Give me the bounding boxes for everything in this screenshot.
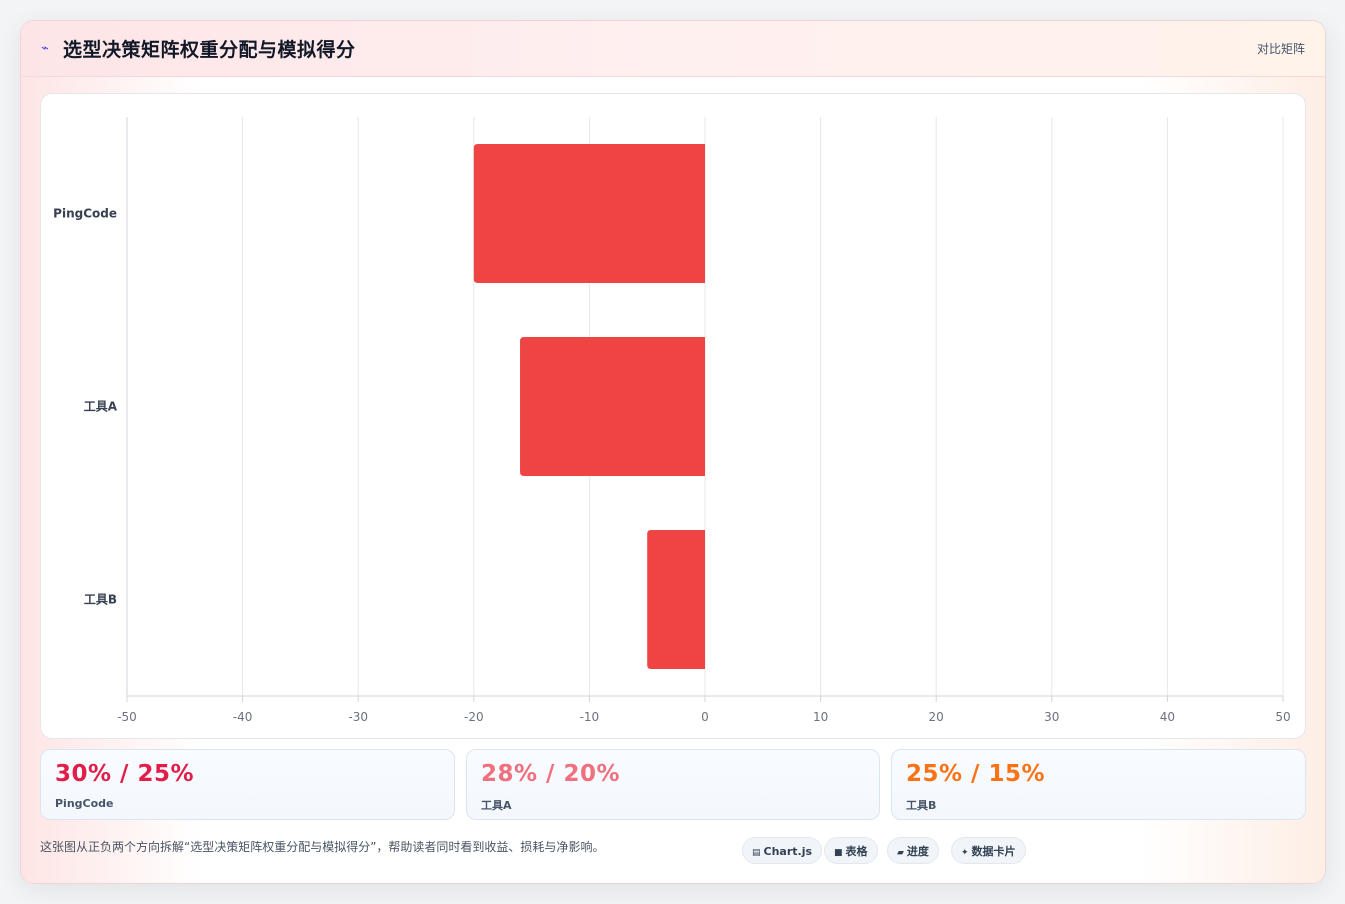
chip-label: 表格 [845,845,868,858]
stat-value: 25% / 15% [906,761,1046,787]
stat-label: PingCode [55,797,114,810]
bar [647,530,705,669]
x-tick-label: -50 [117,710,137,724]
x-tick-label: 50 [1275,710,1290,724]
chip-chartjs[interactable]: ▤ Chart.js [742,837,823,864]
sparkle-icon: ✦ [961,848,969,858]
chart-icon: ▤ [752,848,761,858]
chip-label: 数据卡片 [971,845,1016,858]
y-tick-label: 工具A [84,400,118,414]
x-tick-label: -30 [348,710,368,724]
table-icon: ■ [834,848,843,858]
chart-panel: -50 -40 -30 -20 -10 0 10 20 30 40 50 PingCode 工具A 工具B [40,93,1306,739]
x-tick-label: 20 [929,710,944,724]
chip-table[interactable]: ■ 表格 [824,837,878,864]
stat-card-pingcode: 30% / 25% PingCode [40,749,455,820]
bar [520,337,705,476]
x-tick-label: 10 [813,710,828,724]
y-tick-label: PingCode [53,207,117,221]
stat-card-tool-b: 25% / 15% 工具B [891,749,1306,820]
x-tick-label: -20 [464,710,484,724]
chip-label: Chart.js [763,845,813,858]
stat-value: 28% / 20% [481,761,621,787]
bar [473,144,705,283]
card-header: ⌁ 选型决策矩阵权重分配与模拟得分 对比矩阵 [21,21,1325,77]
trend-icon: ⌁ [41,41,49,56]
stat-label: 工具A [481,799,512,812]
progress-icon: ▰ [897,848,904,858]
main-card: ⌁ 选型决策矩阵权重分配与模拟得分 对比矩阵 -50 -40 -30 -20 -10 0 1… [20,20,1326,884]
chip-data-card[interactable]: ✦ 数据卡片 [951,837,1026,864]
bar-chart: -50 -40 -30 -20 -10 0 10 20 30 40 50 PingCode 工具A 工具B [53,117,1291,724]
x-tick-label: 0 [701,710,709,724]
compare-matrix-link[interactable]: 对比矩阵 [1257,40,1305,57]
chip-progress[interactable]: ▰ 进度 [887,837,939,864]
chip-label: 进度 [906,845,929,858]
x-tick-label: 40 [1160,710,1175,724]
chart-description: 这张图从正负两个方向拆解“选型决策矩阵权重分配与模拟得分”，帮助读者同时看到收益… [40,840,605,854]
page-title: 选型决策矩阵权重分配与模拟得分 [63,39,356,61]
x-tick-label: -10 [580,710,600,724]
stat-card-tool-a: 28% / 20% 工具A [466,749,880,820]
x-tick-label: 30 [1044,710,1059,724]
x-tick-label: -40 [233,710,253,724]
stat-label: 工具B [906,799,937,812]
y-tick-label: 工具B [84,593,117,607]
stat-value: 30% / 25% [55,761,195,787]
